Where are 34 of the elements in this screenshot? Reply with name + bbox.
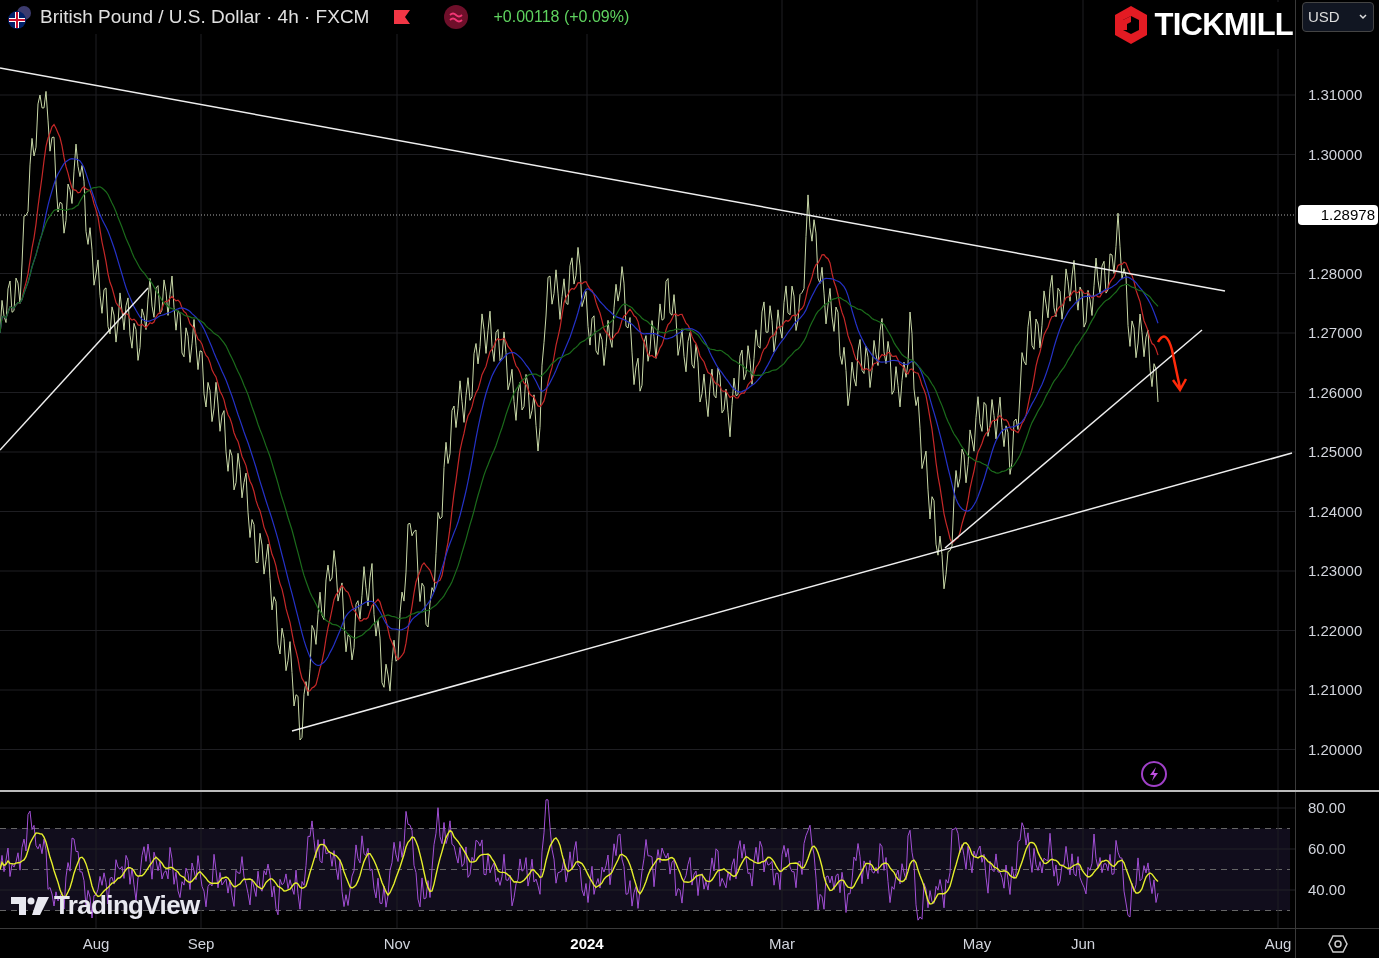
flag-icon — [393, 9, 412, 25]
time-axis-label: Aug — [1264, 935, 1292, 953]
price-axis-label: 1.22000 — [1308, 621, 1363, 640]
last-price-label: 1.28978 — [1298, 205, 1378, 225]
price-axis-label: 1.25000 — [1308, 443, 1363, 461]
time-axis-label: May — [962, 935, 992, 953]
curved-arrow — [1156, 335, 1188, 392]
lightning-icon[interactable] — [1140, 760, 1168, 788]
price-axis-label: 1.20000 — [1308, 740, 1363, 759]
price-axis-label: 1.24000 — [1308, 502, 1363, 521]
rsi-axis-label: 80.00 — [1308, 799, 1346, 817]
settings-icon[interactable] — [1327, 934, 1348, 954]
rsi-axis-label: 40.00 — [1308, 881, 1346, 899]
time-axis-label: Aug — [82, 935, 110, 953]
symbol-title: British Pound / U.S. Dollar · 4h · FXCM — [40, 4, 370, 29]
tickmill-logo: TICKMILL — [1112, 2, 1293, 49]
currency-select[interactable]: USD — [1302, 2, 1374, 32]
price-axis-label: 1.30000 — [1308, 145, 1363, 164]
time-axis-label: Mar — [769, 935, 795, 953]
rsi-axis-label: 60.00 — [1308, 840, 1346, 858]
currency-flags-icon — [6, 4, 32, 30]
price-axis-label: 1.27000 — [1308, 324, 1363, 342]
price-axis-label: 1.26000 — [1308, 383, 1363, 402]
price-change: +0.00118 (+0.09%) — [493, 7, 630, 27]
price-axis-label: 1.28000 — [1308, 264, 1363, 283]
time-axis-label: 2024 — [570, 935, 604, 953]
time-axis-label: Nov — [383, 935, 411, 953]
price-axis-label: 1.31000 — [1308, 86, 1363, 104]
wave-icon — [443, 4, 470, 30]
price-axis-label: 1.23000 — [1308, 562, 1363, 580]
time-axis-label: Sep — [187, 935, 215, 953]
chevron-down-icon — [1358, 13, 1368, 21]
price-axis-label: 1.21000 — [1308, 681, 1363, 699]
time-axis-label: Jun — [1070, 935, 1096, 953]
